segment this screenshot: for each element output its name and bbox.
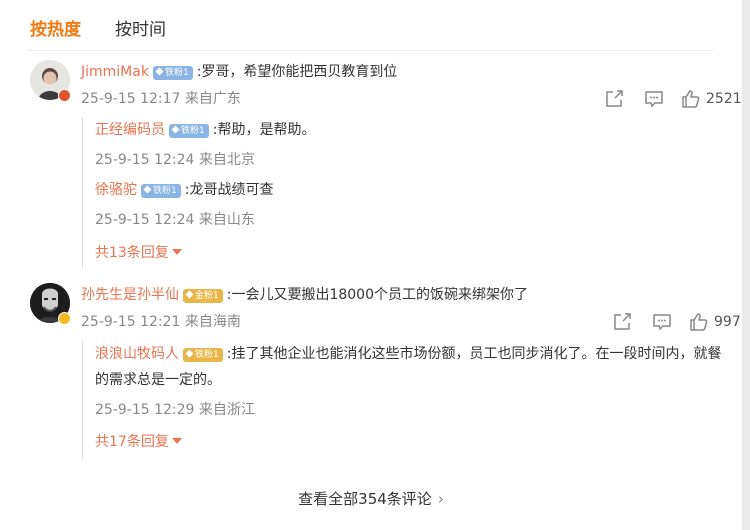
- reply-button[interactable]: [643, 89, 665, 109]
- reply-list: 浪浪山牧码人 铁粉1:挂了其他企业也能消化这些市场份额，员工也同步消化了。在一段时…: [82, 341, 742, 459]
- comment-username[interactable]: JimmiMak: [81, 64, 149, 80]
- sort-tabs: 按热度 按时间: [0, 18, 742, 48]
- reply-text: :帮助，是帮助。: [212, 122, 316, 138]
- comment-panel: 按热度 按时间 JimmiMak 铁粉1 :罗哥，希望你能把西贝教育到位 25-9-…: [0, 0, 750, 530]
- like-icon: [690, 313, 708, 331]
- reply-button[interactable]: [651, 312, 673, 332]
- view-all-label: 查看全部354条评论: [298, 490, 432, 508]
- diamond-icon: [143, 185, 152, 194]
- reply-list: 正经编码员 铁粉1:帮助，是帮助。 25-9-15 12:24 来自北京 徐骆驼铁…: [82, 118, 742, 268]
- reply-username[interactable]: 正经编码员: [95, 122, 165, 138]
- comment-text: :一会儿又要搬出18000个员工的饭碗来绑架你了: [226, 287, 528, 303]
- fan-level-badge: 铁粉1: [141, 184, 181, 198]
- like-icon: [682, 90, 700, 108]
- fan-level-badge: 铁粉1: [152, 66, 193, 80]
- comment-icon: [653, 314, 671, 331]
- share-button[interactable]: [612, 312, 634, 332]
- expand-replies-button[interactable]: 共17条回复: [95, 432, 182, 452]
- reply-meta: 25-9-15 12:24 来自山东: [95, 212, 255, 228]
- verified-badge-icon: [58, 312, 71, 325]
- tab-sort-by-time[interactable]: 按时间: [115, 18, 166, 42]
- share-button[interactable]: [604, 89, 626, 109]
- comment-icon: [645, 91, 663, 108]
- chevron-right-icon: ›: [437, 490, 444, 508]
- reply-meta: 25-9-15 12:24 来自北京: [95, 152, 255, 168]
- fan-level-label: 铁粉1: [164, 68, 189, 78]
- fan-level-label: 铁粉1: [195, 350, 219, 360]
- crown-icon: [185, 290, 194, 299]
- comment-meta: 25-9-15 12:17 来自广东: [81, 91, 241, 107]
- share-icon: [606, 90, 623, 107]
- fan-level-label: 金粉1: [195, 291, 219, 301]
- comment-text: :罗哥，希望你能把西贝教育到位: [196, 64, 398, 80]
- reply-item: 徐骆驼 铁粉1 :龙哥战绩可查 25-9-15 12:24 来自山东: [95, 180, 735, 230]
- fan-level-label: 铁粉1: [181, 126, 205, 136]
- expand-replies-button[interactable]: 共13条回复: [95, 243, 182, 263]
- like-count: 2521: [706, 91, 742, 107]
- reply-text: :龙哥战绩可查: [184, 182, 274, 198]
- fan-level-badge: 铁粉1: [169, 124, 209, 138]
- comment-username[interactable]: 孙先生是孙半仙: [81, 287, 179, 303]
- reply-item: 正经编码员 铁粉1 :帮助，是帮助。 25-9-15 12:24 来自北京: [95, 120, 735, 170]
- comment-item: JimmiMak 铁粉1 :罗哥，希望你能把西贝教育到位 25-9-15 12:17…: [0, 60, 742, 270]
- expand-replies-label: 共17条回复: [95, 434, 169, 450]
- comment-item: 孙先生是孙半仙 金粉1 :一会儿又要搬出18000个员工的饭碗来绑架你了 25-9-…: [0, 283, 742, 463]
- expand-replies-label: 共13条回复: [95, 245, 169, 261]
- tab-sort-by-hot[interactable]: 按热度: [30, 18, 81, 42]
- crown-icon: [185, 349, 194, 358]
- verified-badge-icon: [58, 89, 71, 102]
- like-count: 997: [714, 314, 741, 330]
- like-button[interactable]: [680, 89, 702, 109]
- reply-meta: 25-9-15 12:29 来自浙江: [95, 402, 255, 418]
- fan-level-badge: 金粉1: [183, 289, 223, 303]
- reply-username[interactable]: 浪浪山牧码人: [95, 346, 179, 362]
- tabs-divider: [28, 50, 714, 51]
- like-button[interactable]: [688, 312, 710, 332]
- fan-level-badge: 铁粉1: [183, 348, 223, 362]
- share-icon: [614, 313, 631, 330]
- view-all-comments-link[interactable]: 查看全部354条评论 ›: [0, 488, 742, 509]
- caret-down-icon: [171, 438, 182, 444]
- reply-item: 浪浪山牧码人 铁粉1:挂了其他企业也能消化这些市场份额，员工也同步消化了。在一段时…: [95, 343, 735, 423]
- fan-level-label: 铁粉1: [153, 186, 177, 196]
- comment-meta: 25-9-15 12:21 来自海南: [81, 314, 241, 330]
- diamond-icon: [155, 67, 164, 76]
- caret-down-icon: [171, 249, 182, 255]
- reply-username[interactable]: 徐骆驼: [95, 182, 137, 198]
- diamond-icon: [171, 125, 180, 134]
